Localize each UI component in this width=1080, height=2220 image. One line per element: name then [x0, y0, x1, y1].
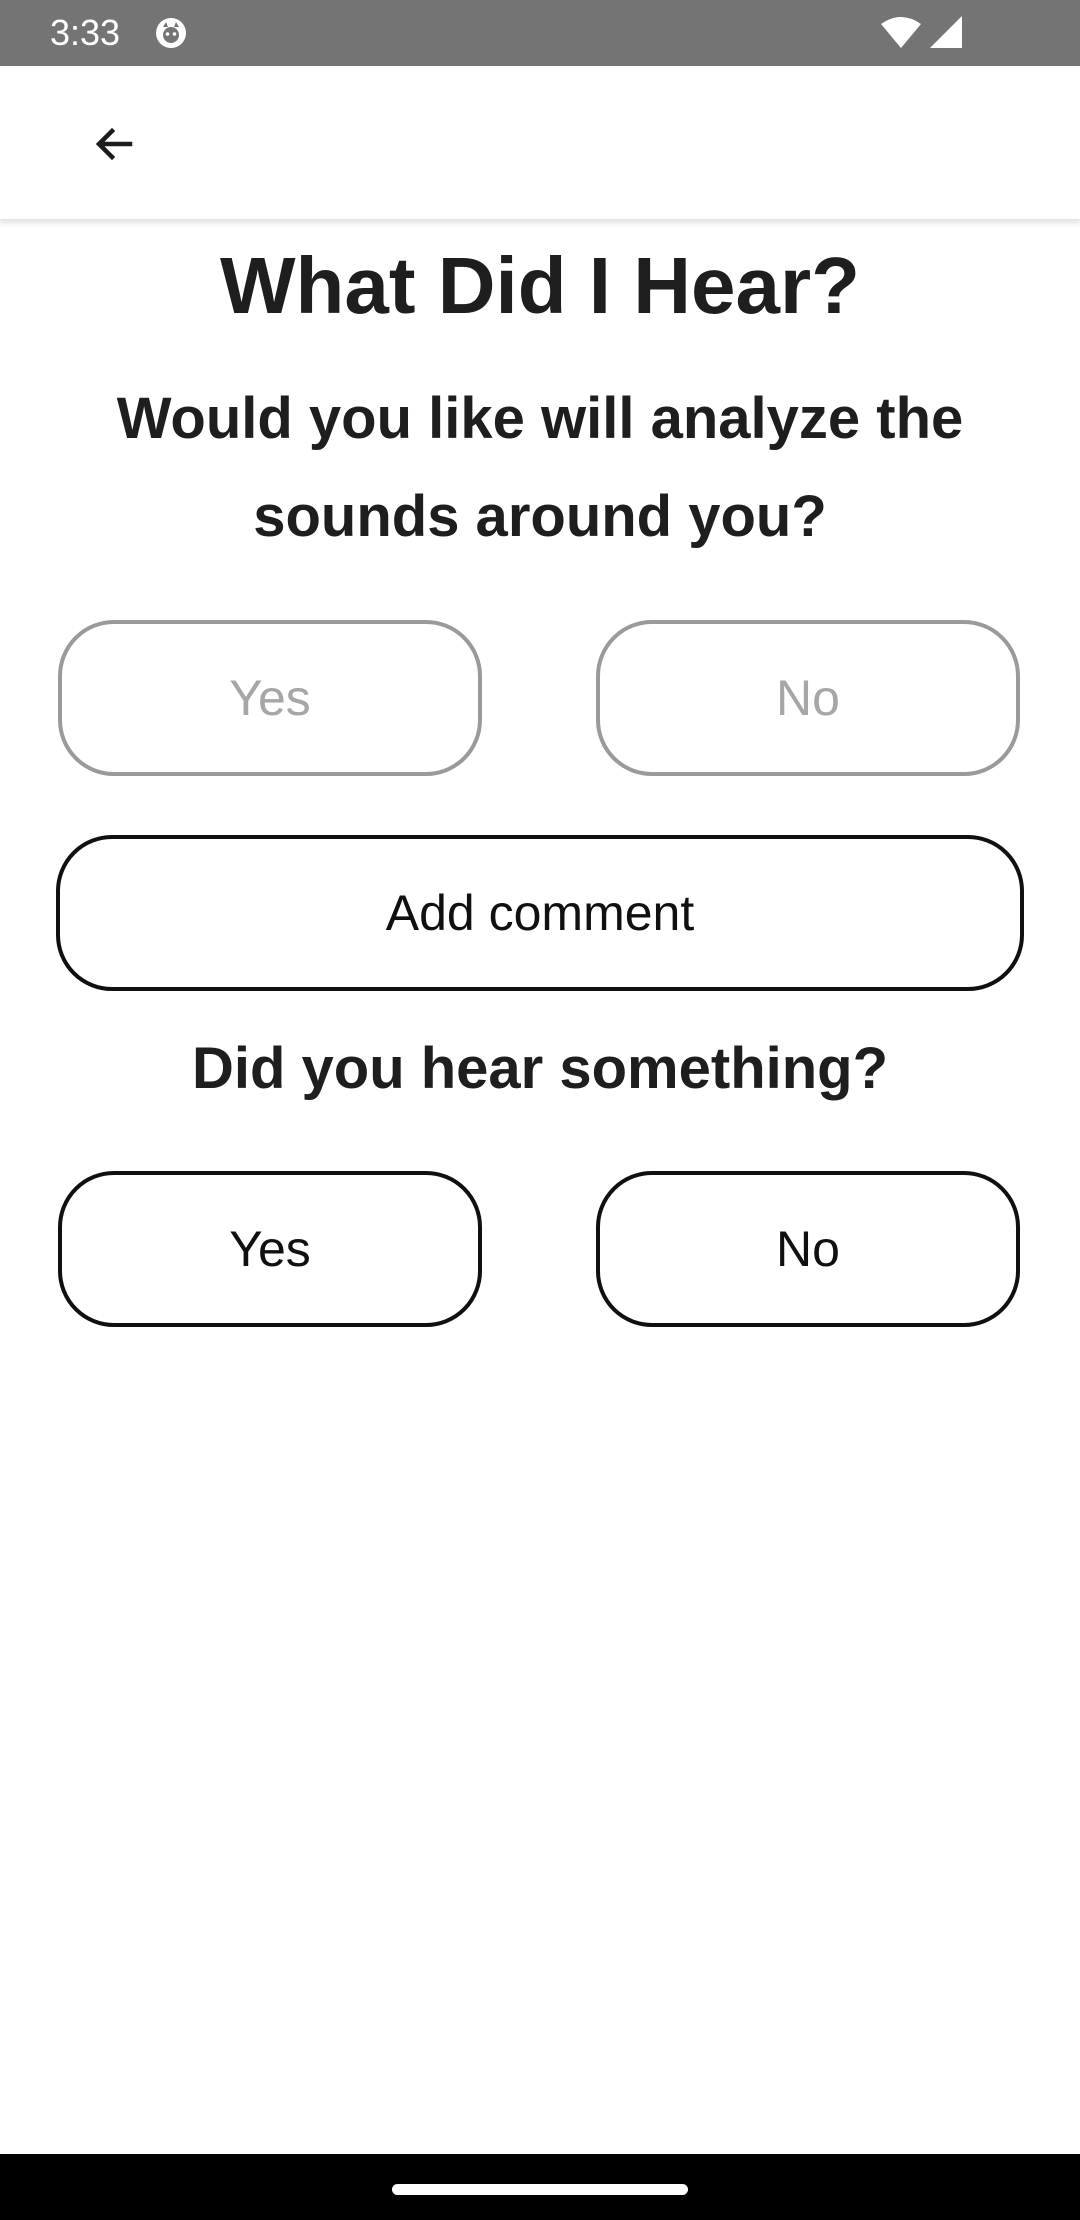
page-title: What Did I Hear?: [219, 241, 861, 330]
analyze-no-label: No: [776, 670, 840, 726]
analyze-yes-label: Yes: [229, 670, 311, 726]
screen: 3:33 What Did I Hear? Would you like wil…: [0, 0, 1080, 2220]
app-notification-icon: [154, 16, 188, 50]
heard-no-label: No: [776, 1221, 840, 1277]
analyze-yes-button[interactable]: Yes: [58, 620, 482, 776]
status-time: 3:33: [50, 12, 121, 53]
home-indicator[interactable]: [392, 2184, 688, 2195]
analyze-no-button[interactable]: No: [596, 620, 1020, 776]
heard-yes-label: Yes: [229, 1221, 311, 1277]
question-analyze-sounds: Would you like will analyze the sounds a…: [116, 386, 964, 549]
add-comment-button[interactable]: Add comment: [56, 835, 1024, 991]
arrow-left-icon: [95, 127, 133, 161]
heard-yes-button[interactable]: Yes: [58, 1171, 482, 1327]
wifi-icon: [880, 16, 922, 50]
add-comment-label: Add comment: [385, 885, 695, 941]
status-bar: 3:33: [0, 0, 1080, 66]
back-button[interactable]: [76, 106, 152, 182]
signal-icon: [928, 14, 964, 50]
navigation-bar: [0, 2154, 1080, 2220]
question-heard-something: Did you hear something?: [191, 1036, 889, 1101]
app-bar: [0, 66, 1080, 220]
heard-no-button[interactable]: No: [596, 1171, 1020, 1327]
